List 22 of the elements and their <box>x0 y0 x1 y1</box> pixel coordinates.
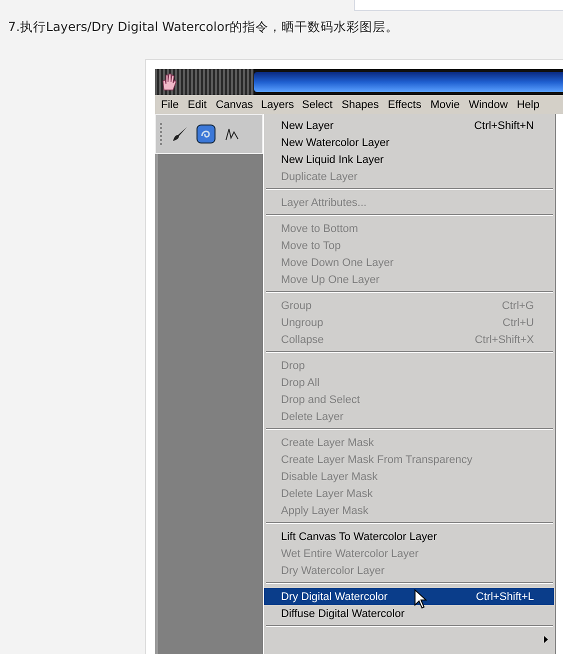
menu-title[interactable]: Shapes <box>338 96 383 112</box>
hand-icon <box>161 73 177 91</box>
submenu-arrow-icon[interactable] <box>544 636 548 643</box>
menu-item[interactable]: New Layer Ctrl+Shift+N <box>264 117 554 134</box>
menu-title[interactable]: Help <box>512 96 544 112</box>
menu-item[interactable]: Diffuse Digital Watercolor <box>264 605 554 622</box>
menu-title[interactable]: Window <box>464 96 512 112</box>
instruction-text: 7.执行Layers/Dry Digital Watercolor的指令，晒干数码水彩图层。 <box>8 19 400 36</box>
menu-title[interactable]: Select <box>298 96 337 112</box>
grip-icon <box>160 123 164 145</box>
menu-item[interactable]: New Watercolor Layer <box>264 134 554 151</box>
menu-item[interactable]: New Liquid Ink Layer <box>264 151 554 168</box>
menu-title[interactable]: File <box>157 96 183 112</box>
menu-title[interactable]: Layers <box>258 98 298 112</box>
menu-title[interactable]: Canvas <box>212 96 257 112</box>
menu-title[interactable]: Movie <box>426 96 464 112</box>
menu-item[interactable]: Lift Canvas To Watercolor Layer <box>264 528 554 545</box>
pointer-icon <box>414 589 427 609</box>
menu-title[interactable]: Effects <box>384 96 426 112</box>
swirl-icon[interactable] <box>196 124 216 144</box>
brush-icon[interactable] <box>172 126 188 142</box>
menu-title[interactable]: Edit <box>184 96 211 112</box>
